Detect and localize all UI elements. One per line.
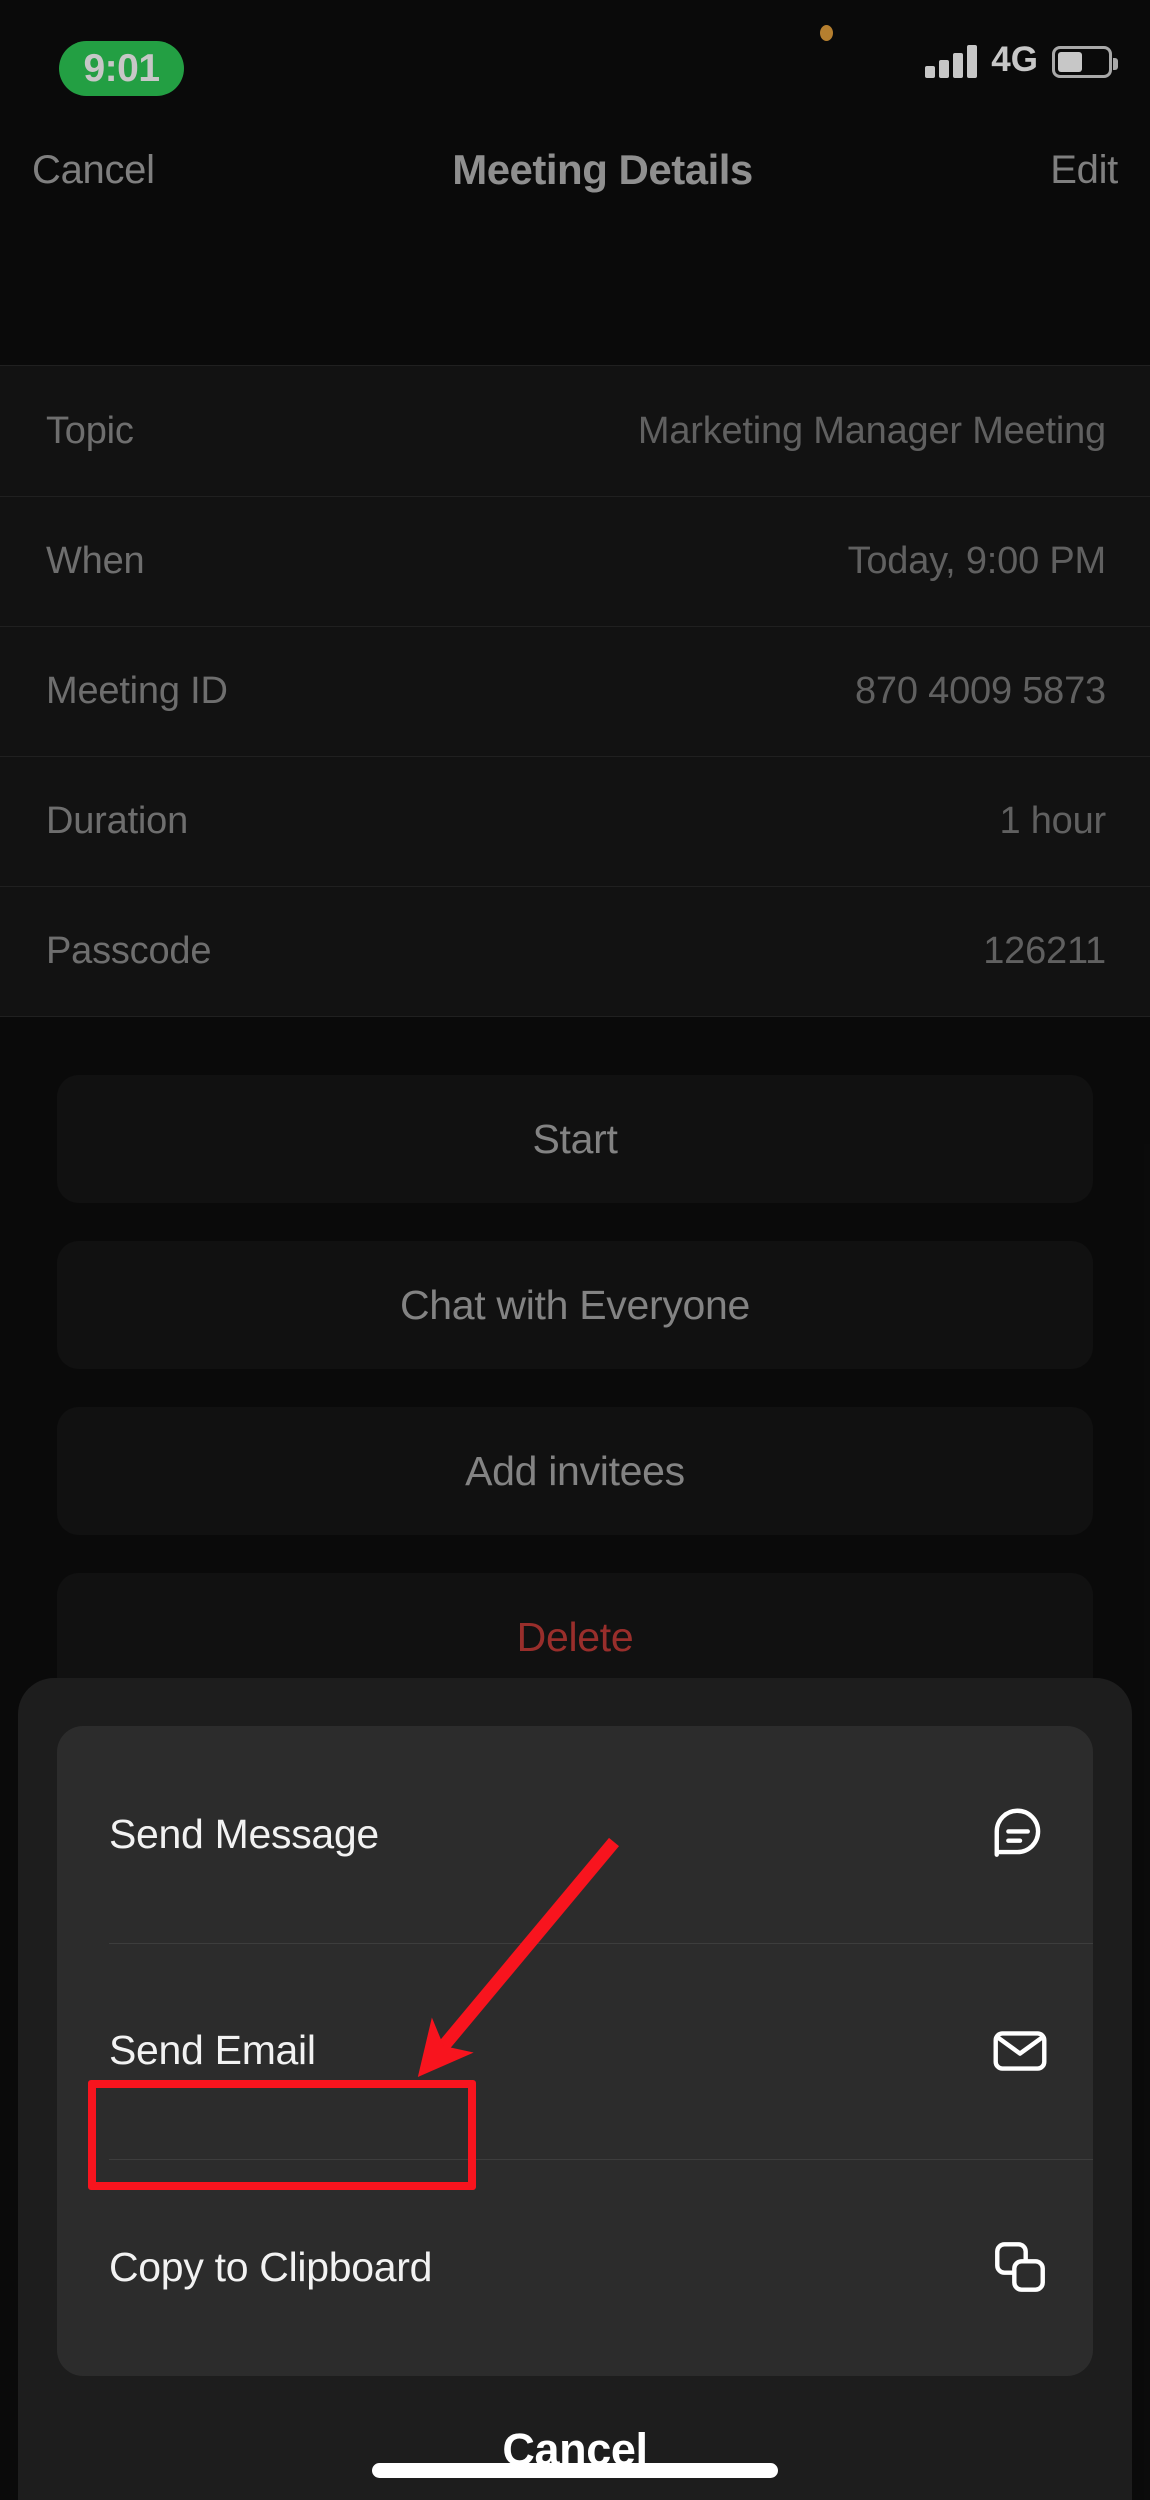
send-message-option[interactable]: Send Message [57,1726,1093,1943]
detail-row-when: When Today, 9:00 PM [0,496,1150,626]
status-indicators: 4G [925,30,1118,79]
detail-label: Topic [46,409,134,452]
battery-icon [1052,46,1118,78]
cancel-button[interactable]: Cancel [32,148,155,193]
button-label: Add invitees [465,1447,685,1494]
detail-value: Today, 9:00 PM [847,539,1107,582]
option-label: Send Message [109,1810,379,1857]
detail-row-meeting-id: Meeting ID 870 4009 5873 [0,626,1150,756]
cellular-bars-icon [925,40,978,78]
send-email-option[interactable]: Send Email [57,1942,1093,2160]
copy-icon [995,2242,1045,2293]
start-button[interactable]: Start [57,1075,1093,1203]
chat-with-everyone-button[interactable]: Chat with Everyone [57,1241,1093,1369]
meeting-action-buttons: Start Chat with Everyone Add invitees De… [0,1075,1150,1739]
navigation-bar: Cancel Meeting Details Edit [0,110,1150,230]
button-label: Delete [516,1613,634,1660]
edit-button[interactable]: Edit [1050,148,1118,193]
phone-screen: 9:01 4G Cancel Meeting Details Edit Topi… [0,0,1150,2500]
button-label: Start [532,1115,618,1162]
network-type-label: 4G [991,40,1038,79]
home-indicator [372,2463,778,2478]
detail-value: 126211 [983,929,1106,972]
status-time: 9:01 [83,47,160,90]
message-bubble-icon [994,1808,1041,1858]
detail-row-topic: Topic Marketing Manager Meeting [0,366,1150,496]
envelope-icon [993,2031,1047,2071]
status-bar: 9:01 4G [0,0,1150,110]
action-sheet-cancel-button[interactable]: Cancel [57,2400,1093,2500]
detail-row-passcode: Passcode 126211 [0,886,1150,1016]
add-invitees-button[interactable]: Add invitees [57,1407,1093,1535]
detail-value: 1 hour [999,799,1106,842]
status-time-pill: 9:01 [59,41,184,96]
detail-value: Marketing Manager Meeting [637,409,1106,452]
share-action-sheet: Send Message Send Email Copy to Clipboar… [18,1678,1132,2500]
detail-label: Duration [46,799,189,842]
copy-to-clipboard-option[interactable]: Copy to Clipboard [57,2159,1093,2376]
detail-row-duration: Duration 1 hour [0,756,1150,886]
detail-label: Passcode [46,929,212,972]
button-label: Chat with Everyone [399,1281,751,1328]
detail-label: Meeting ID [46,669,228,712]
action-sheet-options: Send Message Send Email Copy to Clipboar… [57,1726,1093,2376]
orange-privacy-dot-icon [820,25,833,41]
detail-label: When [46,539,145,582]
option-label: Copy to Clipboard [109,2243,433,2290]
detail-value: 870 4009 5873 [855,669,1106,712]
option-label: Send Email [109,2027,316,2074]
meeting-details-list: Topic Marketing Manager Meeting When Tod… [0,365,1150,1017]
page-title: Meeting Details [452,146,753,193]
